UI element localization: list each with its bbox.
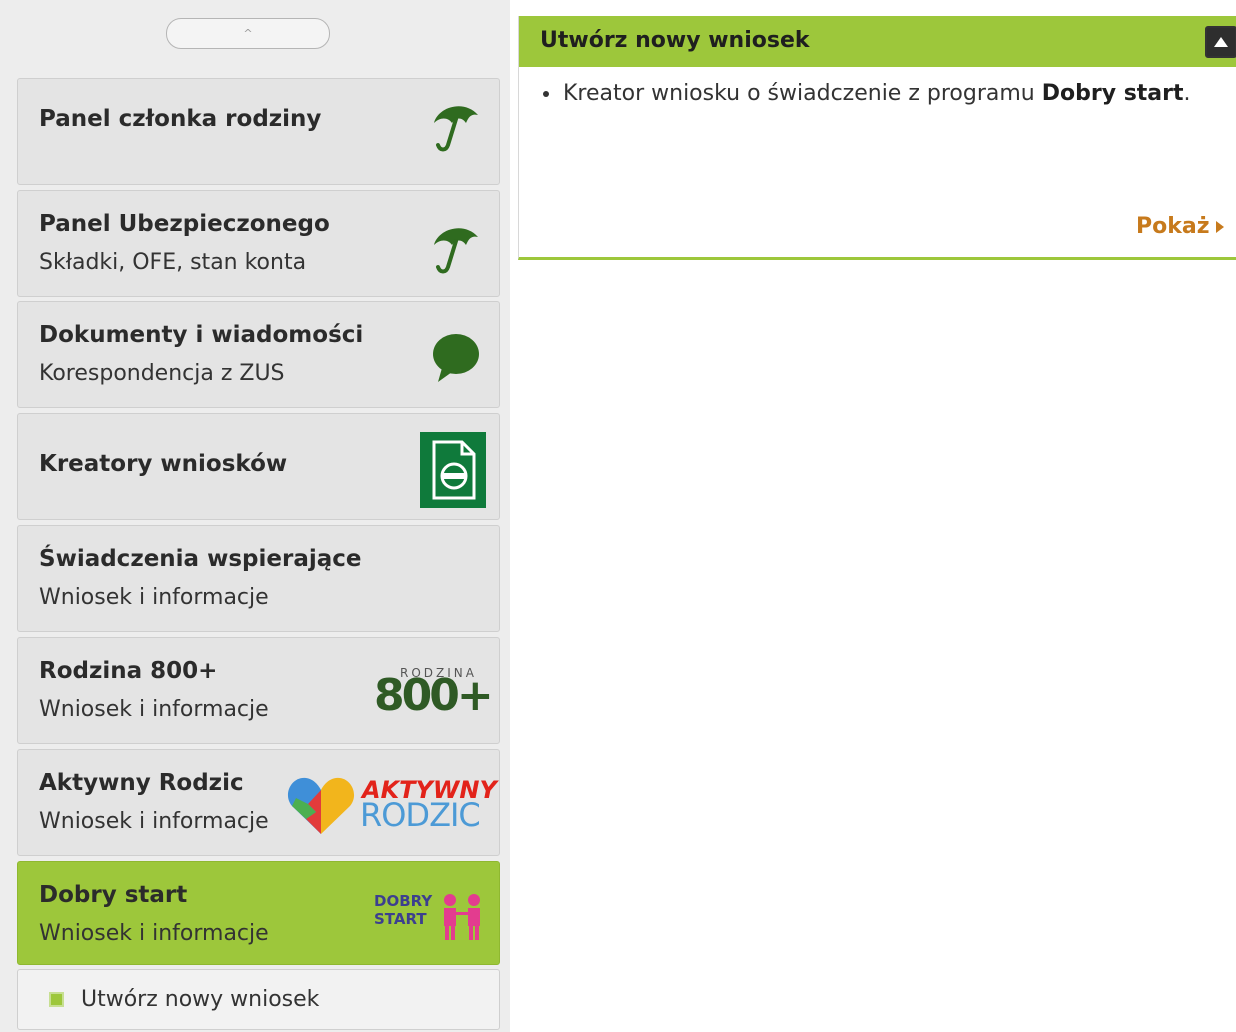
sidebar-item-panel-czlonka-rodziny[interactable]: Panel członka rodziny: [17, 78, 500, 185]
sidebar-item-subtitle: Składki, OFE, stan konta: [39, 250, 307, 275]
sidebar-item-dobry-start[interactable]: Dobry start Wniosek i informacje DOBRY S…: [17, 861, 500, 965]
umbrella-icon: [434, 228, 478, 274]
umbrella-icon: [434, 106, 478, 152]
logo-top-text: DOBRY: [374, 892, 433, 910]
show-link[interactable]: Pokaż: [1136, 214, 1224, 239]
list-item-suffix: .: [1183, 81, 1191, 106]
logo-main-text: START: [374, 910, 427, 928]
sidebar-item-dokumenty-i-wiadomosci[interactable]: Dokumenty i wiadomości Korespondencja z …: [17, 301, 500, 408]
speech-bubble-icon: [433, 334, 479, 382]
sidebar-item-title: Świadczenia wspierające: [39, 546, 362, 572]
sidebar-item-rodzina-800[interactable]: Rodzina 800+ Wniosek i informacje RODZIN…: [17, 637, 500, 744]
aktywny-rodzic-logo: AKTYWNY RODZIC: [286, 774, 497, 838]
chevron-up-icon: ^: [243, 27, 253, 40]
panel-header: Utwórz nowy wniosek: [519, 16, 1236, 67]
sidebar-item-subtitle: Wniosek i informacje: [39, 921, 269, 946]
scroll-up-button[interactable]: ^: [166, 18, 330, 49]
bullet-icon: [543, 91, 549, 97]
sidebar-item-title: Dobry start: [39, 882, 188, 908]
logo-main-text: RODZIC: [360, 796, 481, 834]
sidebar-subitem-label: Utwórz nowy wniosek: [81, 987, 320, 1012]
puzzle-heart-icon: [287, 777, 355, 834]
panel-title: Utwórz nowy wniosek: [540, 28, 810, 53]
chevron-right-icon: [1215, 221, 1224, 233]
sidebar-item-aktywny-rodzic[interactable]: Aktywny Rodzic Wniosek i informacje AKTY…: [17, 749, 500, 856]
sidebar-item-title: Rodzina 800+: [39, 658, 218, 684]
sidebar-item-swiadczenia-wspierajace[interactable]: Świadczenia wspierające Wniosek i inform…: [17, 525, 500, 632]
dobry-start-logo: DOBRY START: [372, 890, 490, 946]
sidebar-item-title: Kreatory wniosków: [39, 451, 288, 477]
sidebar-item-title: Panel Ubezpieczonego: [39, 211, 330, 237]
new-application-panel: Utwórz nowy wniosek Kreator wniosku o św…: [518, 16, 1236, 260]
sidebar: ^ Panel członka rodziny Panel Ubezpieczo…: [0, 0, 510, 1032]
list-item: Kreator wniosku o świadczenie z programu…: [543, 81, 1191, 106]
panel-list: Kreator wniosku o świadczenie z programu…: [543, 81, 1191, 106]
sidebar-item-subtitle: Wniosek i informacje: [39, 585, 269, 610]
sidebar-item-subtitle: Korespondencja z ZUS: [39, 361, 285, 386]
sidebar-item-subtitle: Wniosek i informacje: [39, 809, 269, 834]
sidebar-item-title: Dokumenty i wiadomości: [39, 322, 364, 348]
sidebar-item-kreatory-wnioskow[interactable]: Kreatory wniosków: [17, 413, 500, 520]
sidebar-item-subtitle: Wniosek i informacje: [39, 697, 269, 722]
list-item-bold-text: Dobry start: [1041, 81, 1184, 106]
sidebar-subitem-utworz-nowy-wniosek[interactable]: Utwórz nowy wniosek: [17, 969, 500, 1030]
show-link-label: Pokaż: [1136, 214, 1210, 239]
children-icon: [444, 894, 480, 940]
square-bullet-icon: [49, 992, 64, 1007]
list-item-text: Kreator wniosku o świadczenie z programu: [563, 81, 1042, 106]
sidebar-item-title: Aktywny Rodzic: [39, 770, 244, 796]
logo-main-text: 800+: [374, 670, 494, 721]
sidebar-item-panel-ubezpieczonego[interactable]: Panel Ubezpieczonego Składki, OFE, stan …: [17, 190, 500, 297]
sidebar-item-title: Panel członka rodziny: [39, 106, 322, 132]
collapse-panel-button[interactable]: [1205, 26, 1236, 58]
rodzina-800-logo: RODZINA 800+: [374, 664, 494, 721]
document-form-icon: [420, 432, 486, 508]
